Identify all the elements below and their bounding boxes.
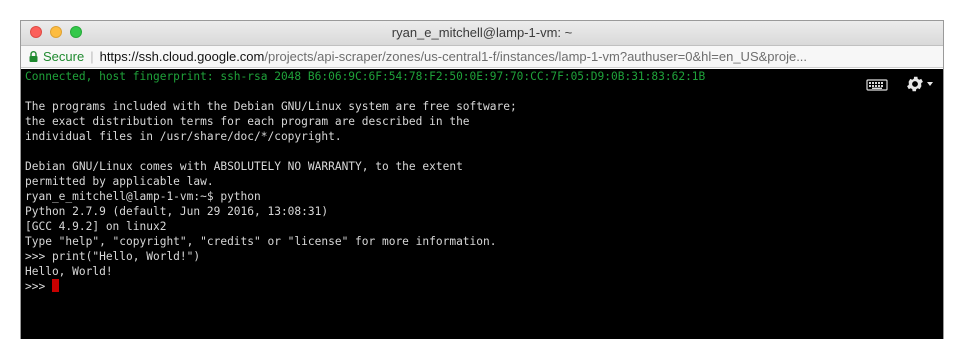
text-cursor — [51, 279, 59, 292]
terminal-line: permitted by applicable law. — [25, 175, 214, 188]
title-bar: ryan_e_mitchell@lamp-1-vm: ~ — [21, 21, 943, 46]
python-prompt: >>> — [25, 280, 52, 293]
terminal-line: The programs included with the Debian GN… — [25, 100, 517, 113]
url-path[interactable]: /projects/api-scraper/zones/us-central1-… — [264, 49, 807, 64]
terminal-line: [GCC 4.9.2] on linux2 — [25, 220, 167, 233]
caret-down-icon[interactable] — [927, 82, 933, 86]
terminal[interactable]: Connected, host fingerprint: ssh-rsa 204… — [21, 69, 943, 339]
window-title: ryan_e_mitchell@lamp-1-vm: ~ — [391, 25, 573, 40]
gear-icon[interactable] — [905, 74, 925, 94]
browser-window: ryan_e_mitchell@lamp-1-vm: ~ Secure | ht… — [20, 20, 944, 339]
url-separator: | — [90, 49, 94, 64]
lock-icon — [29, 51, 38, 62]
terminal-line: individual files in /usr/share/doc/*/cop… — [25, 130, 342, 143]
url-host[interactable]: ssh.cloud.google.com — [139, 49, 265, 64]
address-bar[interactable]: Secure | https://ssh.cloud.google.com/pr… — [21, 46, 943, 68]
terminal-line: Debian GNU/Linux comes with ABSOLUTELY N… — [25, 160, 463, 173]
terminal-line: Python 2.7.9 (default, Jun 29 2016, 13:0… — [25, 205, 329, 218]
prompt-line[interactable]: >>> — [25, 279, 59, 294]
terminal-line: ryan_e_mitchell@lamp-1-vm:~$ python — [25, 190, 261, 203]
terminal-line: the exact distribution terms for each pr… — [25, 115, 470, 128]
url-scheme[interactable]: https:// — [100, 49, 139, 64]
secure-label[interactable]: Secure — [43, 49, 84, 64]
keyboard-icon[interactable] — [866, 77, 888, 91]
terminal-line: >>> print("Hello, World!") — [25, 250, 201, 263]
connection-status: Connected, host fingerprint: ssh-rsa 204… — [25, 70, 706, 83]
terminal-line: Hello, World! — [25, 265, 113, 278]
terminal-line: Type "help", "copyright", "credits" or "… — [25, 235, 497, 248]
